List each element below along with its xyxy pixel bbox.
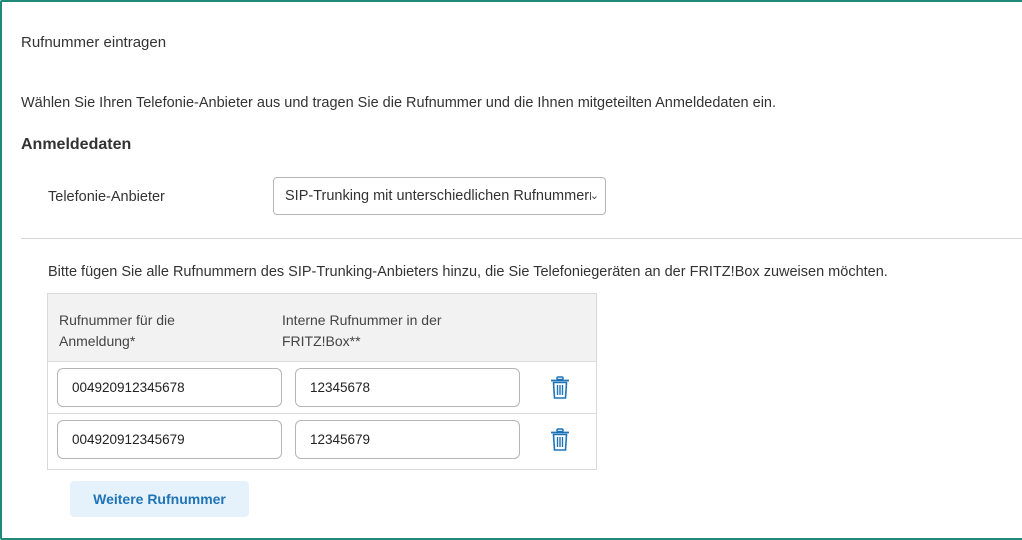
page-title: Rufnummer eintragen [21,34,167,51]
provider-select-value: SIP-Trunking mit unterschiedlichen Rufnu… [285,188,591,204]
divider [21,238,1022,239]
add-number-button[interactable]: Weitere Rufnummer [70,481,249,517]
registration-number-input[interactable]: 004920912345678 [57,368,282,407]
provider-label: Telefonie-Anbieter [48,189,165,205]
column-header-registration: Rufnummer für die Anmeldung* [59,312,175,349]
internal-number-input[interactable]: 12345679 [295,420,520,459]
provider-select[interactable]: SIP-Trunking mit unterschiedlichen Rufnu… [273,177,606,215]
column-header-internal: Interne Rufnummer in der FRITZ!Box** [282,312,442,349]
table-row: 004920912345678 12345678 [48,362,596,414]
registration-number-input[interactable]: 004920912345679 [57,420,282,459]
section-title: Anmeldedaten [21,136,132,153]
chevron-down-icon: ⌄ [589,190,599,202]
numbers-hint: Bitte fügen Sie alle Rufnummern des SIP-… [48,264,888,280]
internal-number-input[interactable]: 12345678 [295,368,520,407]
table-header: Rufnummer für die Anmeldung* Interne Ruf… [48,294,596,362]
numbers-table: Rufnummer für die Anmeldung* Interne Ruf… [47,293,597,470]
trash-icon[interactable] [549,428,571,452]
table-row: 004920912345679 12345679 [48,414,596,465]
trash-icon[interactable] [549,376,571,400]
intro-text: Wählen Sie Ihren Telefonie-Anbieter aus … [21,95,777,111]
